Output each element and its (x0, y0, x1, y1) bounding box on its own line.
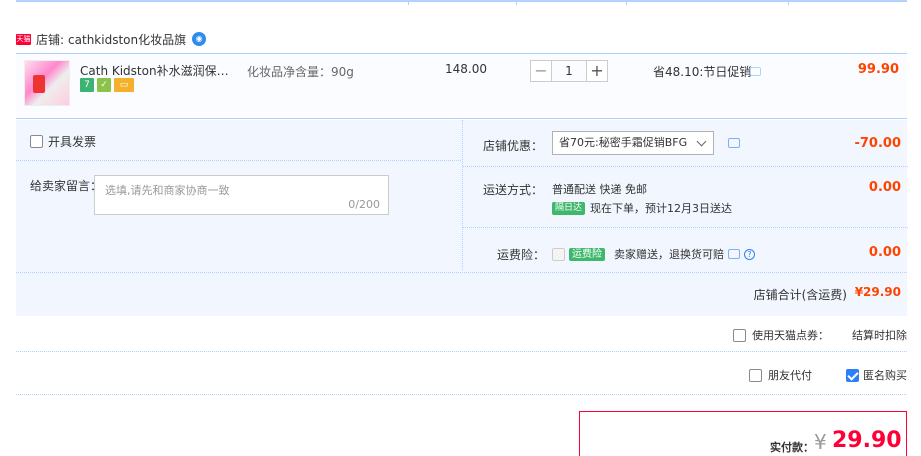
next-day-badge: 隔日达 (552, 201, 586, 215)
message-label: 给卖家留言： (30, 179, 103, 193)
product-spec: 化妆品净含量：90g (247, 65, 354, 79)
options-left: 开具发票 给卖家留言： 选填,请先和商家协商一致 0/200 (16, 120, 461, 270)
shop-total-label: 店铺合计(含运费) (753, 288, 847, 302)
shop-total-row: 店铺合计(含运费) ¥29.90 (16, 272, 907, 316)
insurance-option: 运费险 卖家赠送，退换货可赔 ? (552, 246, 755, 262)
invoice-checkbox[interactable] (30, 135, 43, 148)
insurance-badge: 运费险 (569, 247, 605, 261)
options-right: 店铺优惠： 省70元:秘密手霜促销BFG -70.00 运送方式： 普通配送 快… (462, 120, 908, 270)
wangwang-chat-icon[interactable]: ◉ (192, 32, 207, 46)
coupon-chat-icon[interactable] (728, 138, 740, 148)
insurance-checkbox (552, 247, 565, 261)
top-border (16, 0, 907, 5)
divider (16, 394, 907, 395)
order-options-panel: 开具发票 给卖家留言： 选填,请先和商家协商一致 0/200 店铺优惠： 省70… (16, 120, 908, 316)
unit-price: 148.00 (445, 62, 487, 76)
shop-total-amount: ¥29.90 (854, 285, 901, 299)
credit-card-icon: ▭ (114, 78, 134, 92)
tmall-points-note: 结算时扣除 (852, 329, 907, 342)
item-subtotal: 99.90 (857, 62, 899, 77)
product-title-link[interactable]: Cath Kidston补水滋润保湿护… (80, 62, 240, 79)
insurance-label: 运费险： (497, 248, 546, 262)
seller-message-input[interactable]: 选填,请先和商家协商一致 0/200 (94, 175, 389, 215)
invoice-label: 开具发票 (48, 135, 97, 149)
friend-pay-option: 朋友代付 (749, 367, 812, 383)
quantity-stepper: − 1 + (530, 60, 608, 82)
anonymous-buy-option: 匿名购买 (846, 367, 907, 383)
anonymous-buy-checkbox[interactable] (846, 368, 859, 382)
cart-item-row: Cath Kidston补水滋润保湿护… 7 ✓ ▭ 化妆品净含量：90g 14… (16, 53, 907, 119)
message-placeholder: 选填,请先和商家协商一致 (105, 184, 230, 197)
payment-amount: 29.90 (832, 428, 902, 453)
insurance-chat-icon[interactable] (728, 249, 740, 259)
seven-day-return-icon: 7 (80, 78, 94, 92)
payment-summary: 实付款： ¥ 29.90 (579, 411, 907, 456)
insurance-note: 卖家赠送，退换货可赔 (614, 248, 724, 261)
promo-info-icon[interactable] (750, 67, 761, 76)
shipping-amount: 0.00 (868, 180, 901, 195)
product-thumbnail[interactable] (24, 60, 70, 106)
shipping-method: 普通配送 快递 免邮 (552, 183, 647, 196)
divider (16, 351, 907, 352)
invoice-option: 开具发票 (30, 133, 96, 150)
item-promo-text: 省48.10:节日促销 (653, 65, 752, 79)
message-char-count: 0/200 (348, 198, 380, 211)
shipping-eta: 隔日达 现在下单，预计12月3日送达 (552, 200, 732, 216)
chevron-down-icon (696, 136, 707, 147)
qty-increase-button[interactable]: + (586, 60, 608, 82)
service-icons: 7 ✓ ▭ (80, 78, 134, 92)
coupon-value: 省70元:秘密手霜促销BFG (559, 136, 688, 149)
currency-symbol: ¥ (814, 430, 827, 454)
anonymous-buy-label: 匿名购买 (863, 369, 907, 382)
payment-label: 实付款： (770, 441, 814, 454)
tmall-points-option: 使用天猫点券： (733, 327, 829, 343)
coupon-amount: -70.00 (854, 136, 901, 151)
shipping-label: 运送方式： (483, 183, 544, 197)
shop-header: 天猫 店铺: cathkidston化妆品旗 ◉ (16, 30, 207, 48)
help-icon[interactable]: ? (744, 248, 755, 260)
friend-pay-label: 朋友代付 (768, 369, 812, 382)
friend-pay-checkbox[interactable] (749, 368, 762, 382)
tmall-icon: 天猫 (16, 33, 31, 45)
shop-name-link[interactable]: cathkidston化妆品旗 (68, 31, 186, 48)
insurance-amount: 0.00 (868, 245, 901, 260)
coupon-select[interactable]: 省70元:秘密手霜促销BFG (552, 131, 714, 155)
tmall-points-checkbox[interactable] (733, 328, 746, 342)
qty-decrease-button[interactable]: − (530, 60, 552, 82)
guarantee-icon: ✓ (97, 78, 111, 92)
shop-label: 店铺: (36, 32, 65, 47)
coupon-label: 店铺优惠： (483, 139, 544, 153)
qty-input[interactable]: 1 (552, 60, 586, 82)
shipping-note: 现在下单，预计12月3日送达 (590, 202, 733, 215)
tmall-points-label: 使用天猫点券： (752, 329, 829, 342)
